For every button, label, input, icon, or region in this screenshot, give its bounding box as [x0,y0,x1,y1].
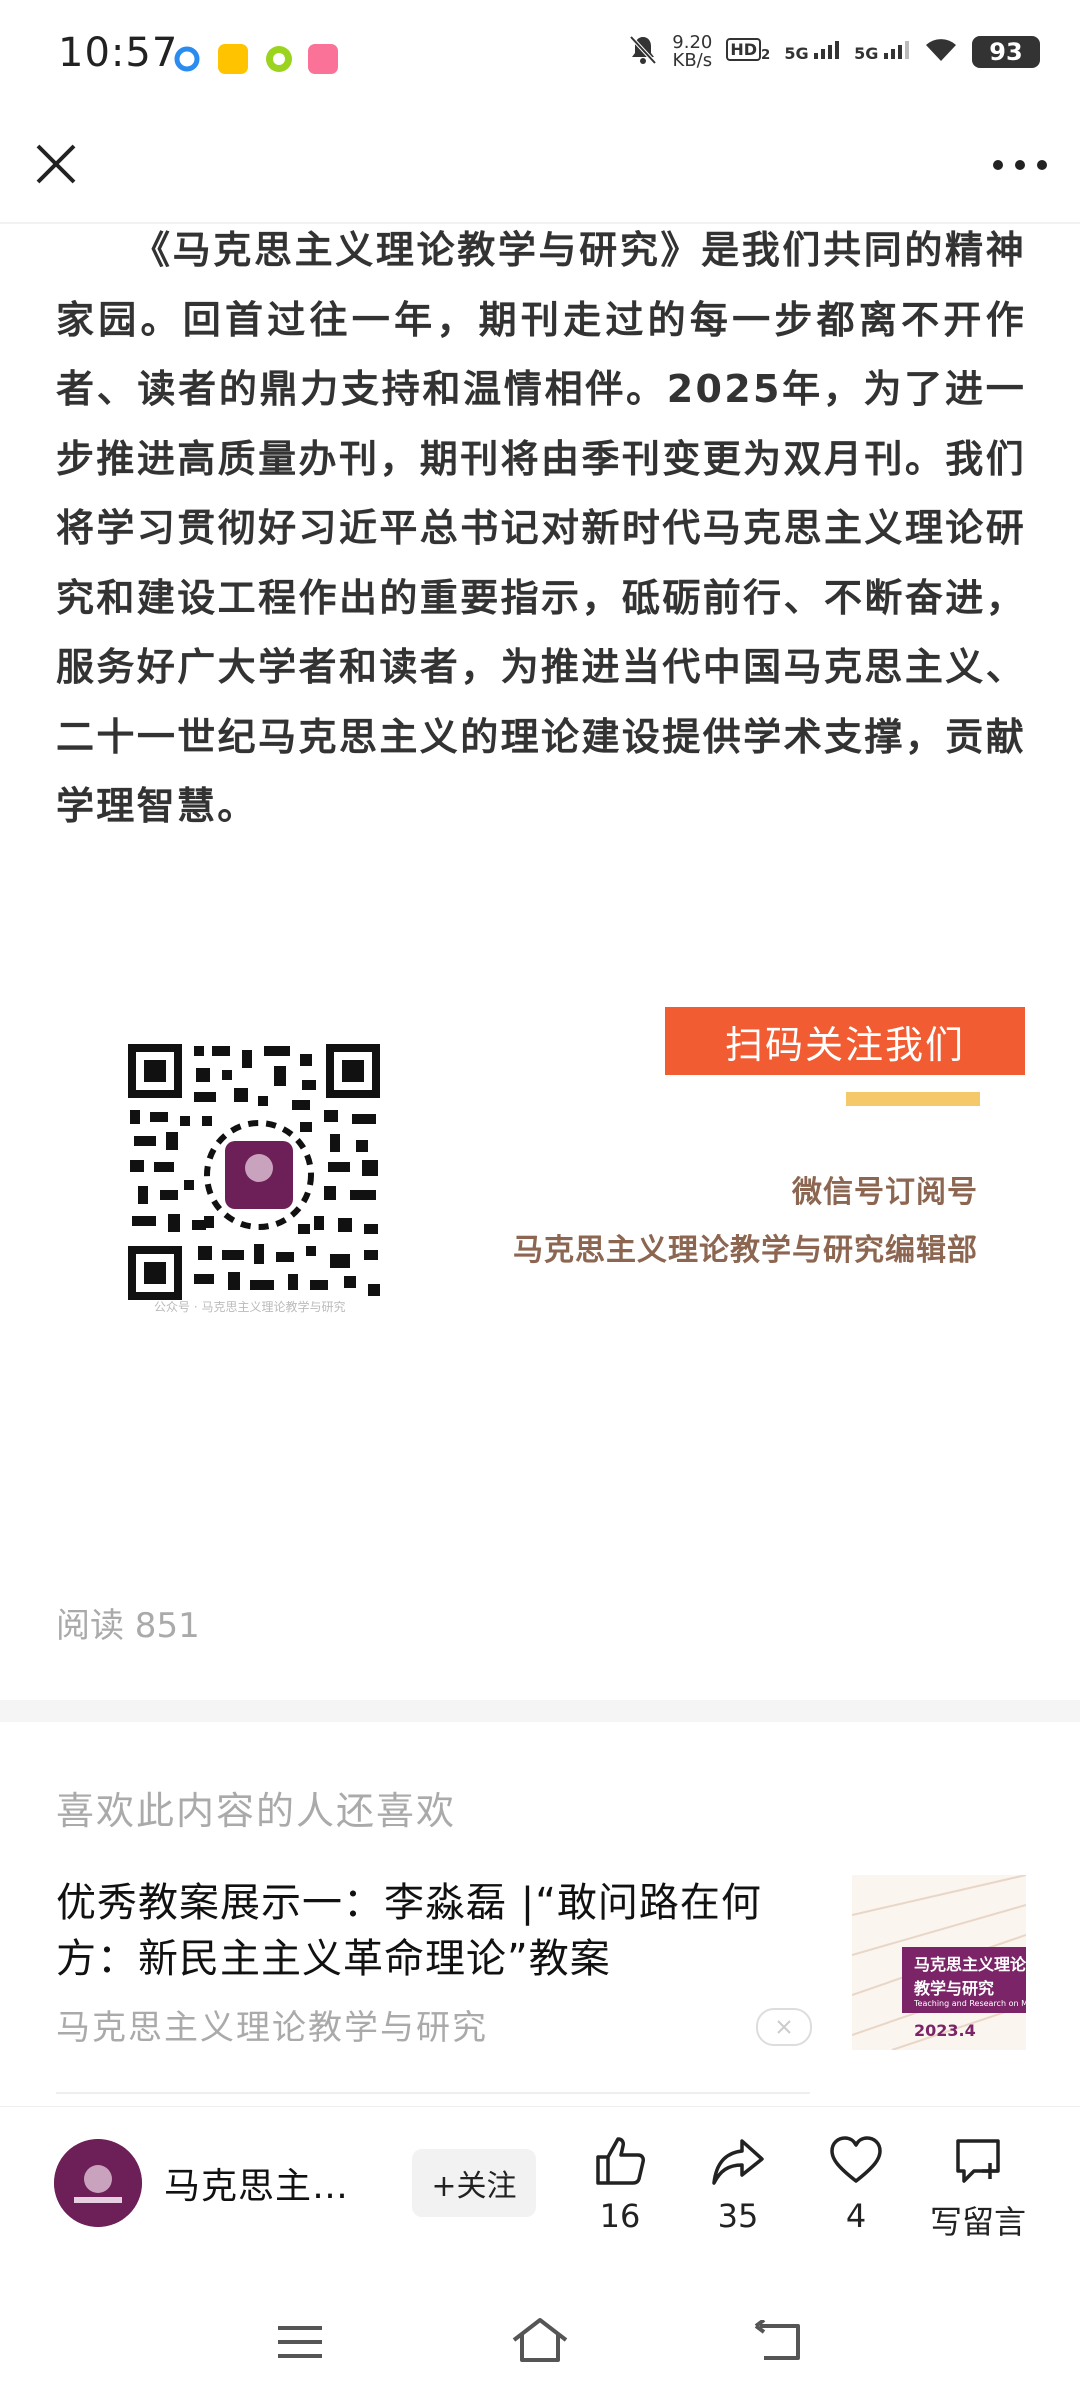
recommend-article-source: 马克思主义理论教学与研究 [56,2008,488,2048]
follow-button[interactable]: +关注 [412,2149,536,2217]
battery-icon: 93 [972,36,1040,68]
heart-icon [830,2136,882,2183]
banner-underline [846,1092,980,1106]
qr-banner: 扫码关注我们 [665,1007,1025,1075]
comment-add-icon [956,2139,1000,2183]
comment-button[interactable]: 写留言 [926,2133,1030,2243]
section-divider [0,1700,1080,1722]
qr-info-line2: 马克思主义理论教学与研究编辑部 [513,1233,978,1268]
qr-code-image: 公众号 · 马克思主义理论教学与研究 [124,1040,394,1314]
recommend-article-title[interactable]: 优秀教案展示一：李淼磊 |“敢问路在何方：新民主主义革命理论”教案 [56,1875,816,1987]
status-time: 10:57 [58,30,179,76]
app-green-icon [264,44,294,74]
mute-bell-icon [628,34,658,70]
qr-info: 微信号订阅号 马克思主义理论教学与研究编辑部 [470,1164,978,1280]
signal-icon-2: 5G [854,41,910,63]
app-blue-ring-icon [172,44,202,74]
menu-icon[interactable] [276,2322,324,2366]
list-divider [56,2092,810,2094]
favorite-count: 4 [845,2197,867,2235]
top-nav [0,110,1080,220]
qr-caption: 公众号 · 马克思主义理论教学与研究 [154,1300,346,1314]
back-icon[interactable] [754,2318,804,2368]
comment-label: 写留言 [929,2203,1026,2241]
bottom-action-bar: 马克思主… +关注 16 35 4 写留言 [0,2106,1080,2287]
close-icon[interactable] [30,138,82,190]
home-icon[interactable] [510,2316,570,2368]
like-button[interactable]: 16 [570,2133,670,2235]
meituan-icon [218,44,248,74]
favorite-button[interactable]: 4 [806,2133,906,2235]
account-name[interactable]: 马克思主… [164,2157,349,2209]
bilibili-icon [308,44,338,74]
read-count: 阅读 851 [56,1606,200,1646]
status-icons: 9.20 KB/s HD 2 5G 5G 93 [628,34,1040,70]
qr-info-line1: 微信号订阅号 [792,1175,978,1210]
thumbnail-cover: 马克思主义理论 教学与研究 Teaching and Research on M… [902,1947,1026,2013]
like-count: 16 [599,2197,641,2235]
share-arrow-icon [712,2139,764,2185]
signal-icon: 5G [784,41,840,63]
network-speed: 9.20 KB/s [672,32,713,71]
more-icon[interactable] [990,150,1050,180]
share-button[interactable]: 35 [688,2133,788,2235]
recommend-article-thumbnail[interactable]: 马克思主义理论 教学与研究 Teaching and Research on M… [852,1875,1026,2050]
recommend-heading: 喜欢此内容的人还喜欢 [56,1789,457,1833]
dismiss-button[interactable] [756,2008,812,2046]
article-paragraph: 《马克思主义理论教学与研究》是我们共同的精神家园。回首过往一年，期刊走过的每一步… [56,228,1026,828]
system-nav-bar [0,2286,1080,2388]
thumbnail-issue: 2023.4 [914,2021,976,2040]
share-count: 35 [717,2197,759,2235]
status-bar: 10:57 9.20 KB/s HD 2 5G 5G 93 [0,0,1080,110]
account-avatar[interactable] [54,2139,142,2227]
thumbs-up-icon [596,2137,645,2185]
hd-badge: HD 2 [726,38,770,64]
wifi-icon [924,37,958,67]
close-icon [777,2020,791,2034]
